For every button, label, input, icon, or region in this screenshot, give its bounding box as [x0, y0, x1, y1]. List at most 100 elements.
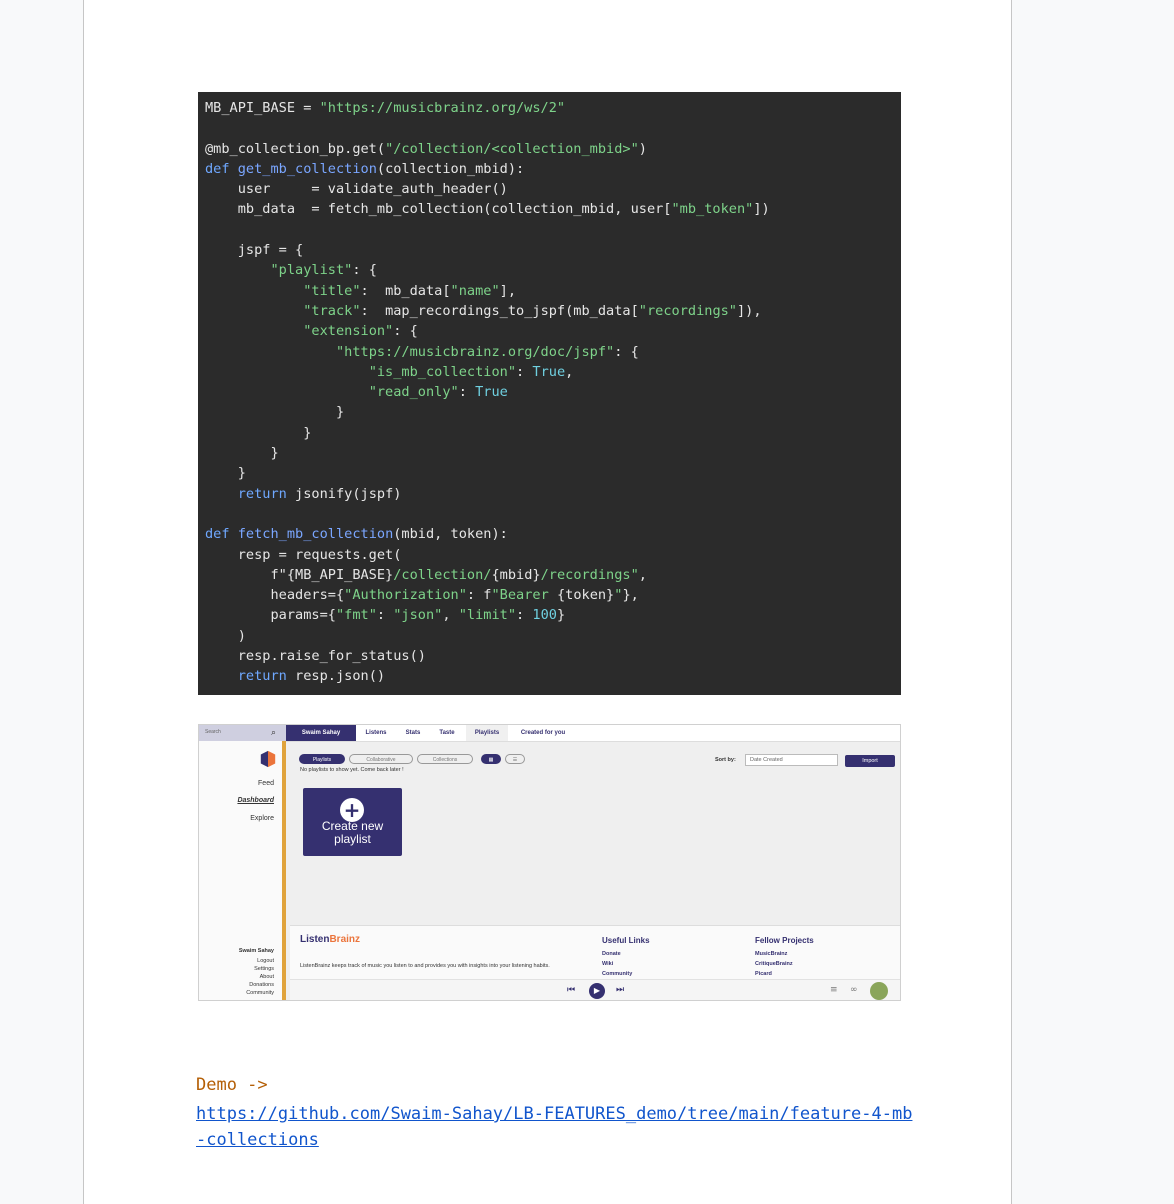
- brand-part: Listen: [300, 934, 330, 945]
- code-line: }: [205, 402, 901, 422]
- code-token: : {: [352, 262, 377, 279]
- code-token: : {: [393, 323, 418, 340]
- screenshot-footer-link: Picard: [755, 971, 772, 977]
- code-token: :: [516, 363, 533, 380]
- code-token: "title": [303, 282, 361, 299]
- code-line: headers={"Authorization": f"Bearer {toke…: [205, 585, 901, 605]
- code-token: ): [205, 627, 246, 644]
- screenshot-footer-link: CritiqueBrainz: [755, 961, 793, 967]
- screenshot-search-text: Search: [205, 729, 221, 735]
- screenshot-footer-brand: ListenBrainz: [300, 934, 360, 945]
- code-line: resp = requests.get(: [205, 545, 901, 565]
- link-icon: ∞: [850, 985, 858, 995]
- play-icon: ▶: [589, 983, 605, 999]
- code-token: MB_API_BASE =: [205, 100, 320, 116]
- screenshot-user-link: Logout: [257, 958, 274, 964]
- code-token: "mb_token": [671, 201, 754, 218]
- screenshot-user-link: About: [259, 974, 274, 980]
- next-icon: ⏭: [616, 985, 625, 995]
- code-token: }: [205, 465, 246, 482]
- code-line: }: [205, 443, 901, 463]
- code-line: MB_API_BASE = "https://musicbrainz.org/w…: [205, 98, 901, 118]
- screenshot-create-playlist-card: + Create new playlist: [303, 788, 402, 856]
- code-line: resp.raise_for_status(): [205, 646, 901, 666]
- code-line: jspf = {: [205, 240, 901, 260]
- code-token: user = validate_auth_header(): [205, 181, 508, 198]
- screenshot-tab: Taste: [439, 730, 455, 736]
- code-line: @mb_collection_bp.get("/collection/<coll…: [205, 139, 901, 159]
- code-token: "read_only": [368, 384, 459, 401]
- screenshot-nav-dashboard: Dashboard: [237, 797, 274, 804]
- screenshot-tab: Stats: [405, 730, 421, 736]
- code-line: "title": mb_data["name"],: [205, 281, 901, 301]
- code-line: "is_mb_collection": True,: [205, 362, 901, 382]
- screenshot-sidebar: Search ⌕ Feed Dashboard Explore Swaim Sa…: [199, 725, 286, 1000]
- code-token: 100: [532, 607, 557, 624]
- code-token: :: [516, 607, 533, 624]
- code-block: MB_API_BASE = "https://musicbrainz.org/w…: [198, 92, 901, 695]
- screenshot-tab: Created for you: [520, 730, 566, 736]
- code-token: "fmt": [335, 607, 377, 624]
- code-token: resp = requests.get(: [205, 546, 402, 563]
- demo-link[interactable]: https://github.com/Swaim-Sahay/LB-FEATUR…: [196, 1101, 916, 1153]
- screenshot-player-bar: ⏮ ▶ ⏭ ≡ ∞: [290, 979, 900, 1000]
- code-token: headers={: [205, 587, 345, 604]
- screenshot-fellow-title: Fellow Projects: [755, 936, 814, 945]
- code-token: (mbid, token):: [393, 526, 508, 543]
- code-line: "playlist": {: [205, 260, 901, 280]
- queue-icon: ≡: [830, 985, 838, 995]
- code-token: "Authorization": [344, 587, 467, 604]
- code-token: : {: [614, 343, 639, 360]
- code-token: ]),: [737, 302, 762, 319]
- code-line: def fetch_mb_collection(mbid, token):: [205, 524, 901, 544]
- screenshot-sort-select: Date Created: [745, 754, 838, 766]
- screenshot-nav-feed: Feed: [258, 780, 274, 787]
- screenshot-nav-explore: Explore: [250, 815, 274, 822]
- screenshot-footer-link: Donate: [602, 951, 621, 957]
- code-token: :: [376, 607, 394, 624]
- code-token: return: [237, 668, 287, 685]
- screenshot-sort-label: Sort by:: [715, 757, 736, 763]
- code-token: def: [205, 160, 238, 177]
- code-token: ,: [638, 566, 647, 583]
- code-token: "https://musicbrainz.org/doc/jspf": [335, 343, 615, 360]
- screenshot-footer-description: ListenBrainz keeps track of music you li…: [300, 963, 550, 969]
- screenshot-empty-text: No playlists to show yet. Come back late…: [300, 767, 404, 773]
- screenshot-search: Search ⌕: [199, 725, 286, 741]
- code-line: params={"fmt": "json", "limit": 100}: [205, 605, 901, 625]
- code-token: "recordings": [638, 302, 737, 319]
- code-token: : map_recordings_to_jspf(mb_data[: [360, 302, 639, 319]
- code-token: def: [205, 526, 238, 543]
- brand-part: Brainz: [329, 934, 361, 945]
- code-token: resp.json(): [286, 668, 386, 685]
- screenshot-user-link: Donations: [249, 982, 274, 988]
- code-line: mb_data = fetch_mb_collection(collection…: [205, 199, 901, 219]
- code-token: {mbid}: [491, 566, 541, 583]
- code-token: "name": [450, 282, 500, 299]
- code-token: /collection/: [393, 566, 492, 583]
- screenshot-tab: Swaim Sahay: [286, 725, 356, 741]
- code-line: }: [205, 423, 901, 443]
- code-line: "https://musicbrainz.org/doc/jspf": {: [205, 342, 901, 362]
- code-token: "extension": [303, 323, 394, 340]
- code-token: }: [205, 445, 279, 462]
- screenshot-user-link: Settings: [254, 966, 274, 972]
- listenbrainz-logo-icon: [260, 750, 276, 768]
- code-line: def get_mb_collection(collection_mbid):: [205, 159, 901, 179]
- code-line: return resp.json(): [205, 666, 901, 686]
- code-token: "/collection/<collection_mbid>": [385, 140, 639, 157]
- code-token: jsonify(jspf): [286, 485, 402, 502]
- code-token: params={: [205, 607, 336, 624]
- screenshot-create-label: Create new playlist: [321, 819, 384, 846]
- demo-label: Demo ->: [196, 1075, 268, 1095]
- document-page: MB_API_BASE = "https://musicbrainz.org/w…: [83, 0, 1012, 1204]
- embedded-screenshot: Search ⌕ Feed Dashboard Explore Swaim Sa…: [198, 724, 901, 1001]
- code-line: ): [205, 626, 901, 646]
- code-token: :: [458, 384, 476, 401]
